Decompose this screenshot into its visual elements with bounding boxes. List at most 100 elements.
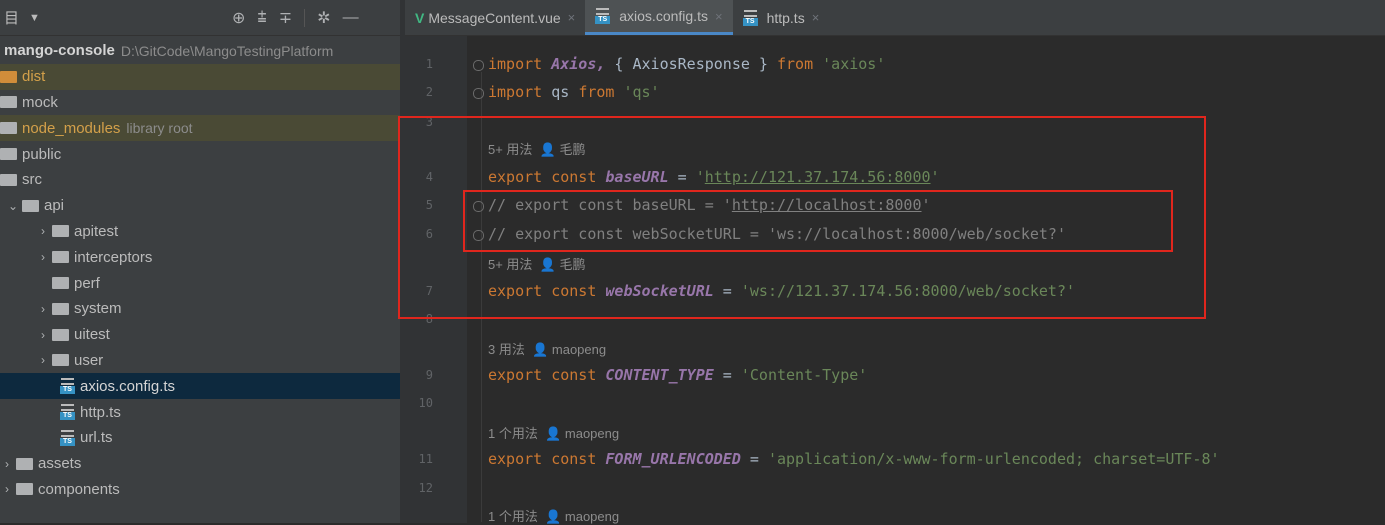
- collapse-all-icon[interactable]: ∓: [279, 8, 292, 28]
- tab-label: MessageContent.vue: [428, 9, 561, 26]
- code-line-11: export const FORM_URLENCODED = 'applicat…: [488, 450, 1220, 468]
- tree-item-label: system: [74, 300, 122, 318]
- tree-item-label: axios.config.ts: [80, 377, 176, 395]
- tab-messagecontent-vue[interactable]: V MessageContent.vue ×: [405, 0, 585, 35]
- tree-item-label: api: [44, 197, 65, 215]
- folder-icon: [0, 122, 17, 135]
- tree-row-user[interactable]: › user: [0, 348, 400, 374]
- tree-row-components[interactable]: › components: [0, 477, 400, 503]
- project-panel-header: 目 ▼ ⊕ ⩲ ∓ ✲ —: [0, 0, 400, 36]
- typescript-file-icon: TS: [595, 8, 611, 24]
- typescript-file-icon: TS: [60, 429, 75, 446]
- tree-item-label: uitest: [74, 326, 110, 344]
- folder-icon: [52, 354, 69, 367]
- code-line-1: import Axios, { AxiosResponse } from 'ax…: [488, 55, 886, 73]
- folder-icon: [0, 148, 17, 161]
- usage-hint[interactable]: 1 个用法 👤 maopeng: [488, 506, 619, 525]
- fold-marker-icon[interactable]: [473, 88, 484, 99]
- tree-item-label: dist: [22, 68, 46, 86]
- folder-icon: [0, 96, 17, 109]
- close-icon[interactable]: ×: [812, 10, 820, 25]
- chevron-down-icon[interactable]: ⌄: [6, 199, 20, 213]
- tab-axios-config-ts[interactable]: TS axios.config.ts ×: [585, 0, 733, 35]
- tree-row-uitest[interactable]: › uitest: [0, 322, 400, 348]
- tree-row-axios-config[interactable]: TS axios.config.ts: [0, 373, 400, 400]
- usage-hint[interactable]: 1 个用法 👤 maopeng: [488, 423, 619, 442]
- tree-item-label: src: [22, 171, 42, 189]
- chevron-right-icon[interactable]: ›: [36, 250, 50, 264]
- chevron-right-icon[interactable]: ›: [36, 302, 50, 316]
- tab-http-ts[interactable]: TS http.ts ×: [733, 0, 830, 35]
- project-panel-title[interactable]: 目: [4, 7, 19, 28]
- tree-item-label: apitest: [74, 222, 119, 240]
- chevron-right-icon[interactable]: ›: [0, 457, 14, 471]
- tree-row-public[interactable]: public: [0, 141, 400, 167]
- tree-item-label: public: [22, 145, 62, 163]
- folder-icon: [22, 199, 39, 212]
- line-number: 11: [418, 452, 433, 466]
- tree-row-root[interactable]: mango-console D:\GitCode\MangoTestingPla…: [0, 38, 400, 64]
- user-icon: 👤: [545, 509, 562, 524]
- chevron-right-icon[interactable]: ›: [36, 224, 50, 238]
- editor-tabs: V MessageContent.vue × TS axios.config.t…: [405, 0, 1385, 36]
- line-number: 12: [418, 481, 433, 495]
- project-tree: mango-console D:\GitCode\MangoTestingPla…: [0, 36, 400, 502]
- tree-row-interceptors[interactable]: › interceptors: [0, 244, 400, 270]
- typescript-file-icon: TS: [742, 9, 758, 26]
- library-root-hint: library root: [126, 120, 193, 137]
- tree-row-node-modules[interactable]: node_modules library root: [0, 115, 400, 142]
- tree-item-label: interceptors: [74, 248, 153, 266]
- project-name: mango-console: [4, 42, 115, 60]
- folder-icon: [52, 251, 69, 264]
- close-icon[interactable]: ×: [568, 10, 576, 25]
- folder-icon: [52, 302, 69, 315]
- tree-item-label: http.ts: [80, 403, 121, 421]
- user-icon: 👤: [532, 342, 549, 357]
- chevron-right-icon[interactable]: ›: [36, 353, 50, 367]
- chevron-right-icon[interactable]: ›: [36, 328, 50, 342]
- tree-row-src[interactable]: src: [0, 167, 400, 193]
- typescript-file-icon: TS: [60, 378, 75, 395]
- code-line-9: export const CONTENT_TYPE = 'Content-Typ…: [488, 366, 868, 384]
- expand-all-icon[interactable]: ⩲: [257, 9, 266, 27]
- tree-row-http[interactable]: TS http.ts: [0, 399, 400, 425]
- folder-icon: [0, 70, 17, 83]
- tree-item-label: node_modules: [22, 119, 121, 137]
- vue-file-icon: V: [415, 9, 425, 26]
- line-number: 9: [425, 368, 433, 382]
- folder-icon: [52, 328, 69, 341]
- tree-row-url[interactable]: TS url.ts: [0, 425, 400, 451]
- gear-icon[interactable]: ✲: [317, 8, 330, 28]
- usage-hint[interactable]: 3 用法 👤 maopeng: [488, 339, 606, 358]
- chevron-right-icon[interactable]: ›: [0, 482, 14, 496]
- tab-label: axios.config.ts: [619, 8, 708, 24]
- tree-item-label: components: [38, 480, 120, 498]
- folder-icon: [0, 173, 17, 186]
- chevron-down-icon[interactable]: ▼: [29, 12, 40, 24]
- tree-row-mock[interactable]: mock: [0, 90, 400, 116]
- line-number: 2: [425, 85, 433, 99]
- tree-row-assets[interactable]: › assets: [0, 451, 400, 477]
- tree-row-system[interactable]: › system: [0, 296, 400, 322]
- typescript-file-icon: TS: [60, 404, 75, 421]
- folder-icon: [16, 457, 33, 470]
- tree-row-api[interactable]: ⌄ api: [0, 193, 400, 219]
- tree-item-label: assets: [38, 455, 82, 473]
- locate-icon[interactable]: ⊕: [232, 8, 245, 28]
- folder-icon: [52, 225, 69, 238]
- tree-item-label: url.ts: [80, 429, 113, 447]
- folder-icon: [52, 277, 69, 290]
- tree-row-perf[interactable]: perf: [0, 270, 400, 296]
- close-icon[interactable]: ×: [715, 9, 723, 24]
- tree-item-label: user: [74, 351, 104, 369]
- hide-icon[interactable]: —: [343, 9, 359, 27]
- tree-item-label: mock: [22, 93, 58, 111]
- project-toolbar: ⊕ ⩲ ∓ ✲ —: [232, 0, 359, 36]
- user-icon: 👤: [545, 426, 562, 441]
- project-path: D:\GitCode\MangoTestingPlatform: [120, 42, 334, 59]
- tree-row-apitest[interactable]: › apitest: [0, 219, 400, 245]
- tab-label: http.ts: [766, 9, 805, 26]
- line-number: 1: [425, 57, 433, 71]
- fold-marker-icon[interactable]: [473, 60, 484, 71]
- tree-row-dist[interactable]: dist: [0, 63, 400, 90]
